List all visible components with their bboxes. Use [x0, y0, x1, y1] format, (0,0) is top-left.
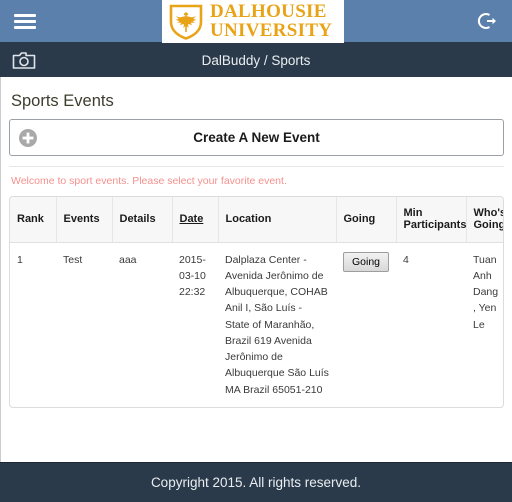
going-button[interactable]: Going	[343, 251, 390, 272]
column-sort-link-date[interactable]: Date	[180, 213, 204, 225]
cell-location: Dalplaza Center - Avenida Jerônimo de Al…	[225, 253, 329, 396]
dalhousie-shield-icon	[169, 4, 203, 40]
column-label-going: Going	[343, 213, 376, 226]
logout-button[interactable]	[462, 0, 512, 43]
dalhousie-logo[interactable]: DALHOUSIE UNIVERSITY	[162, 0, 344, 43]
welcome-message: Welcome to sport events. Please select y…	[11, 175, 287, 187]
top-navigation-bar: DALHOUSIE UNIVERSITY	[0, 0, 512, 43]
column-label-location: Location	[225, 213, 272, 226]
column-label-rank: Rank	[17, 213, 44, 226]
logo-line-2: UNIVERSITY	[210, 19, 333, 41]
footer: Copyright 2015. All rights reserved.	[0, 462, 512, 502]
events-table: Rank Events Details Date Location Going …	[10, 197, 504, 407]
column-label-details: Details	[119, 213, 156, 226]
table-row: 1 Test aaa 2015-03-10 22:32 Dalplaza Cen…	[10, 242, 503, 407]
logout-icon	[477, 13, 496, 29]
column-header-date[interactable]: Date	[172, 197, 219, 243]
cell-going: Going	[336, 242, 396, 407]
menu-button[interactable]	[0, 0, 50, 43]
column-header-details: Details	[112, 197, 173, 243]
column-header-going: Going	[336, 197, 397, 243]
breadcrumb-text: DalBuddy / Sports	[201, 52, 311, 68]
dalhousie-logo-text: DALHOUSIE UNIVERSITY	[210, 1, 333, 41]
column-label-events: Events	[63, 213, 100, 226]
camera-icon	[12, 52, 36, 69]
hamburger-menu-icon	[14, 11, 36, 32]
cell-details: aaa	[119, 253, 137, 266]
cell-events: Test	[63, 253, 83, 266]
events-table-header-row: Rank Events Details Date Location Going …	[10, 197, 504, 243]
copyright-text: Copyright 2015. All rights reserved.	[150, 475, 362, 490]
column-label-min-participants: Min Participants	[403, 207, 467, 232]
cell-whos-going: Tuan Anh Dang, Yen Le	[473, 253, 499, 331]
logo-line-1: DALHOUSIE	[210, 1, 327, 23]
main-content: Sports Events Create A New Event Welcome…	[0, 77, 512, 462]
events-table-body: 1 Test aaa 2015-03-10 22:32 Dalplaza Cen…	[10, 242, 503, 407]
cell-min-participants: 4	[403, 253, 409, 266]
column-label-whos-going: Who's Going	[473, 207, 504, 232]
cell-rank: 1	[17, 253, 23, 266]
column-header-location: Location	[218, 197, 337, 243]
events-table-container: Rank Events Details Date Location Going …	[9, 196, 504, 408]
section-divider	[9, 166, 504, 167]
page-title: Sports Events	[11, 92, 114, 110]
app-window: DALHOUSIE UNIVERSITY DalBuddy / Sports S…	[0, 0, 512, 502]
events-table-head: Rank Events Details Date Location Going …	[10, 197, 504, 243]
column-header-min-participants: Min Participants	[396, 197, 467, 243]
column-header-events: Events	[56, 197, 113, 243]
camera-button[interactable]	[0, 43, 48, 77]
column-header-rank: Rank	[10, 197, 57, 243]
column-header-whos-going: Who's Going	[466, 197, 504, 243]
breadcrumb-bar: DalBuddy / Sports	[0, 43, 512, 77]
cell-date: 2015-03-10 22:32	[179, 253, 206, 299]
create-new-event-label: Create A New Event	[193, 130, 320, 145]
create-new-event-button[interactable]: Create A New Event	[9, 119, 504, 156]
